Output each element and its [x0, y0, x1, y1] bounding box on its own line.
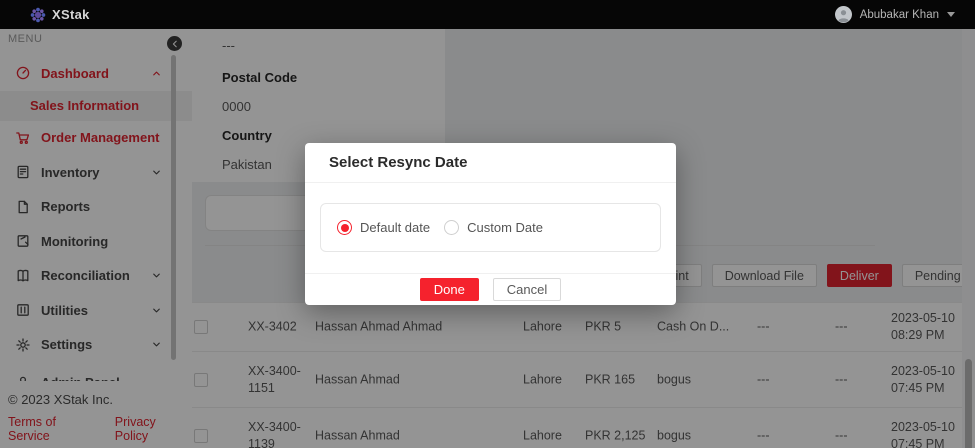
chevron-down-icon	[947, 12, 955, 17]
avatar	[835, 6, 852, 23]
xstak-flower-icon	[30, 7, 46, 23]
brand-logo[interactable]: XStak	[30, 7, 90, 23]
modal-footer: Done Cancel	[305, 273, 676, 305]
modal-body: Default date Custom Date	[305, 183, 676, 252]
done-button[interactable]: Done	[420, 278, 479, 301]
topbar: XStak Abubakar Khan	[0, 0, 975, 29]
default-date-radio[interactable]: Default date	[337, 220, 430, 235]
radio-unselected-icon	[444, 220, 459, 235]
custom-date-radio[interactable]: Custom Date	[444, 220, 543, 235]
resync-date-modal: Select Resync Date Default date Custom D…	[305, 143, 676, 305]
default-date-label: Default date	[360, 220, 430, 235]
user-name: Abubakar Khan	[860, 9, 939, 21]
user-menu[interactable]: Abubakar Khan	[835, 6, 955, 23]
modal-title: Select Resync Date	[305, 143, 676, 183]
resync-option-group: Default date Custom Date	[320, 203, 661, 252]
radio-selected-icon	[337, 220, 352, 235]
cancel-button[interactable]: Cancel	[493, 278, 561, 301]
custom-date-label: Custom Date	[467, 220, 543, 235]
app-window: XStak Abubakar Khan MENU Dashboard	[0, 0, 975, 448]
brand-name: XStak	[52, 7, 90, 22]
